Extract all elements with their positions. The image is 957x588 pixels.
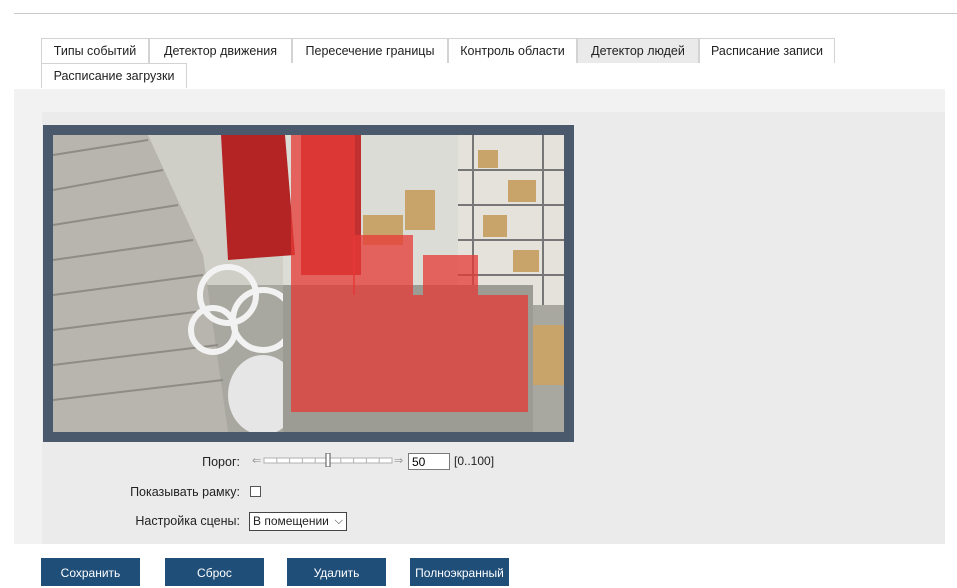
camera-frame	[53, 135, 564, 432]
tab-event-types[interactable]: Типы событий	[41, 38, 149, 63]
slider-right-arrow-icon: ⇒	[394, 454, 403, 467]
threshold-range: [0..100]	[454, 454, 495, 468]
scene-label: Настройка сцены:	[135, 514, 240, 528]
threshold-input[interactable]	[408, 453, 450, 470]
tab-motion-detector[interactable]: Детектор движения	[149, 38, 292, 63]
save-button[interactable]: Сохранить	[41, 558, 140, 586]
video-preview[interactable]	[43, 125, 574, 442]
show-frame-label: Показывать рамку:	[130, 485, 240, 499]
scene-select[interactable]: В помещении ⌵	[249, 512, 347, 531]
tab-human-detector[interactable]: Детектор людей	[577, 38, 699, 63]
reset-button[interactable]: Сброс	[165, 558, 264, 586]
tab-record-schedule[interactable]: Расписание записи	[699, 38, 835, 63]
top-divider	[14, 13, 957, 14]
show-frame-checkbox[interactable]	[250, 486, 261, 497]
threshold-slider[interactable]: ⇐ ⇒	[252, 452, 404, 468]
tab-upload-schedule[interactable]: Расписание загрузки	[41, 63, 187, 88]
threshold-label: Порог:	[202, 455, 240, 469]
delete-button[interactable]: Удалить	[287, 558, 386, 586]
fullscreen-button[interactable]: Полноэкранный	[410, 558, 509, 586]
slider-thumb	[325, 452, 331, 468]
chevron-down-icon: ⌵	[334, 515, 343, 527]
slider-left-arrow-icon: ⇐	[252, 454, 261, 467]
tab-line-crossing[interactable]: Пересечение границы	[292, 38, 448, 63]
scene-select-value: В помещении	[253, 514, 329, 528]
tab-area-control[interactable]: Контроль области	[448, 38, 577, 63]
